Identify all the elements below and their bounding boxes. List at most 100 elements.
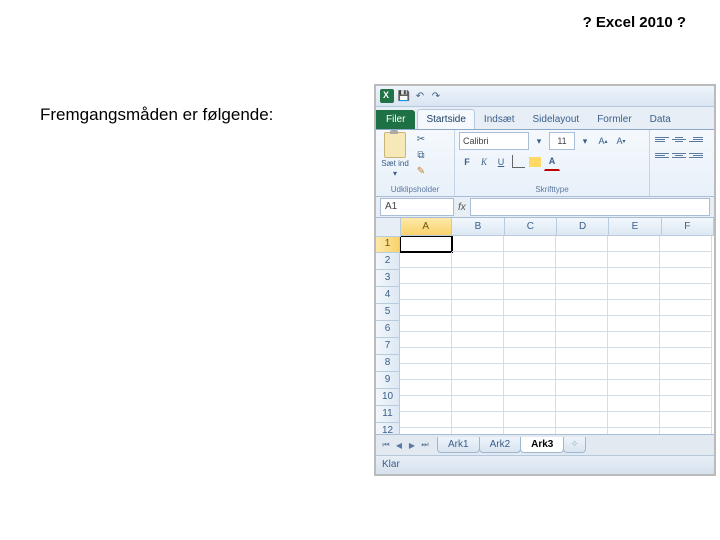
cell-D9[interactable] [556, 364, 608, 380]
cell-C5[interactable] [504, 300, 556, 316]
select-all-corner[interactable] [376, 218, 401, 237]
tab-file[interactable]: Filer [376, 110, 415, 129]
align-right-icon[interactable] [688, 148, 704, 162]
col-header-a[interactable]: A [400, 218, 452, 236]
cell-A3[interactable] [400, 268, 452, 284]
cell-E10[interactable] [608, 380, 660, 396]
cell-E6[interactable] [608, 316, 660, 332]
cell-B8[interactable] [452, 348, 504, 364]
fill-color-button[interactable] [527, 153, 543, 171]
cell-E7[interactable] [608, 332, 660, 348]
cell-A11[interactable] [400, 396, 452, 412]
sheet-tab-ark3[interactable]: Ark3 [520, 437, 564, 453]
cut-icon[interactable] [414, 132, 428, 146]
row-header-5[interactable]: 5 [376, 304, 400, 321]
cell-B9[interactable] [452, 364, 504, 380]
grow-font-icon[interactable]: A▴ [595, 132, 611, 150]
align-center-icon[interactable] [671, 148, 687, 162]
cell-F8[interactable] [660, 348, 712, 364]
paste-button[interactable]: Sæt ind ▾ [380, 132, 410, 178]
cell-D4[interactable] [556, 284, 608, 300]
cell-E11[interactable] [608, 396, 660, 412]
cell-B3[interactable] [452, 268, 504, 284]
cell-F6[interactable] [660, 316, 712, 332]
cell-D6[interactable] [556, 316, 608, 332]
align-bottom-icon[interactable] [688, 132, 704, 146]
row-header-4[interactable]: 4 [376, 287, 400, 304]
cell-E9[interactable] [608, 364, 660, 380]
qat-save-icon[interactable]: 💾 [398, 90, 410, 102]
cell-F11[interactable] [660, 396, 712, 412]
cell-F1[interactable] [660, 236, 712, 252]
row-header-9[interactable]: 9 [376, 372, 400, 389]
cell-A9[interactable] [400, 364, 452, 380]
cell-E3[interactable] [608, 268, 660, 284]
sheet-nav-first-icon[interactable]: ⏮ [380, 439, 392, 451]
cell-F12[interactable] [660, 412, 712, 428]
cell-B11[interactable] [452, 396, 504, 412]
row-header-11[interactable]: 11 [376, 406, 400, 423]
sheet-nav-last-icon[interactable]: ⏭ [419, 439, 431, 451]
cells-area[interactable] [400, 236, 714, 434]
cell-C4[interactable] [504, 284, 556, 300]
cell-C2[interactable] [504, 252, 556, 268]
bold-button[interactable]: F [459, 153, 475, 171]
cell-B4[interactable] [452, 284, 504, 300]
row-header-2[interactable]: 2 [376, 253, 400, 270]
sheet-tab-ark1[interactable]: Ark1 [437, 437, 480, 453]
cell-A1[interactable] [400, 236, 452, 252]
cell-A10[interactable] [400, 380, 452, 396]
tab-indsaet[interactable]: Indsæt [475, 109, 524, 129]
cell-D12[interactable] [556, 412, 608, 428]
cell-D7[interactable] [556, 332, 608, 348]
name-box[interactable]: A1 [380, 198, 454, 216]
sheet-tab-new-icon[interactable]: ✧ [563, 437, 585, 453]
cell-A2[interactable] [400, 252, 452, 268]
row-header-1[interactable]: 1 [376, 236, 400, 253]
cell-A8[interactable] [400, 348, 452, 364]
cell-C12[interactable] [504, 412, 556, 428]
cell-F2[interactable] [660, 252, 712, 268]
cell-A5[interactable] [400, 300, 452, 316]
align-top-icon[interactable] [654, 132, 670, 146]
cell-F10[interactable] [660, 380, 712, 396]
cell-C6[interactable] [504, 316, 556, 332]
fx-icon[interactable]: fx [458, 202, 466, 213]
col-header-e[interactable]: E [609, 218, 661, 236]
font-size-dropdown-icon[interactable]: ▾ [577, 132, 593, 150]
sheet-nav-prev-icon[interactable]: ◀ [393, 439, 405, 451]
cell-F3[interactable] [660, 268, 712, 284]
cell-D11[interactable] [556, 396, 608, 412]
cell-B1[interactable] [452, 236, 504, 252]
cell-F4[interactable] [660, 284, 712, 300]
tab-formler[interactable]: Formler [588, 109, 640, 129]
cell-B6[interactable] [452, 316, 504, 332]
font-name-select[interactable]: Calibri [459, 132, 529, 150]
cell-B2[interactable] [452, 252, 504, 268]
tab-startside[interactable]: Startside [417, 109, 474, 129]
qat-redo-icon[interactable]: ↷ [430, 90, 442, 102]
cell-A13[interactable] [400, 428, 452, 434]
cell-A6[interactable] [400, 316, 452, 332]
tab-sidelayout[interactable]: Sidelayout [524, 109, 589, 129]
format-painter-icon[interactable] [414, 164, 428, 178]
cell-B13[interactable] [452, 428, 504, 434]
cell-C8[interactable] [504, 348, 556, 364]
cell-E8[interactable] [608, 348, 660, 364]
col-header-b[interactable]: B [452, 218, 504, 236]
formula-bar[interactable] [470, 198, 710, 216]
cell-A12[interactable] [400, 412, 452, 428]
cell-C3[interactable] [504, 268, 556, 284]
cell-D13[interactable] [556, 428, 608, 434]
cell-D3[interactable] [556, 268, 608, 284]
row-header-6[interactable]: 6 [376, 321, 400, 338]
row-header-8[interactable]: 8 [376, 355, 400, 372]
col-header-c[interactable]: C [505, 218, 557, 236]
col-header-f[interactable]: F [662, 218, 714, 236]
cell-D10[interactable] [556, 380, 608, 396]
cell-F13[interactable] [660, 428, 712, 434]
cell-B5[interactable] [452, 300, 504, 316]
row-header-10[interactable]: 10 [376, 389, 400, 406]
cell-E13[interactable] [608, 428, 660, 434]
cell-C10[interactable] [504, 380, 556, 396]
